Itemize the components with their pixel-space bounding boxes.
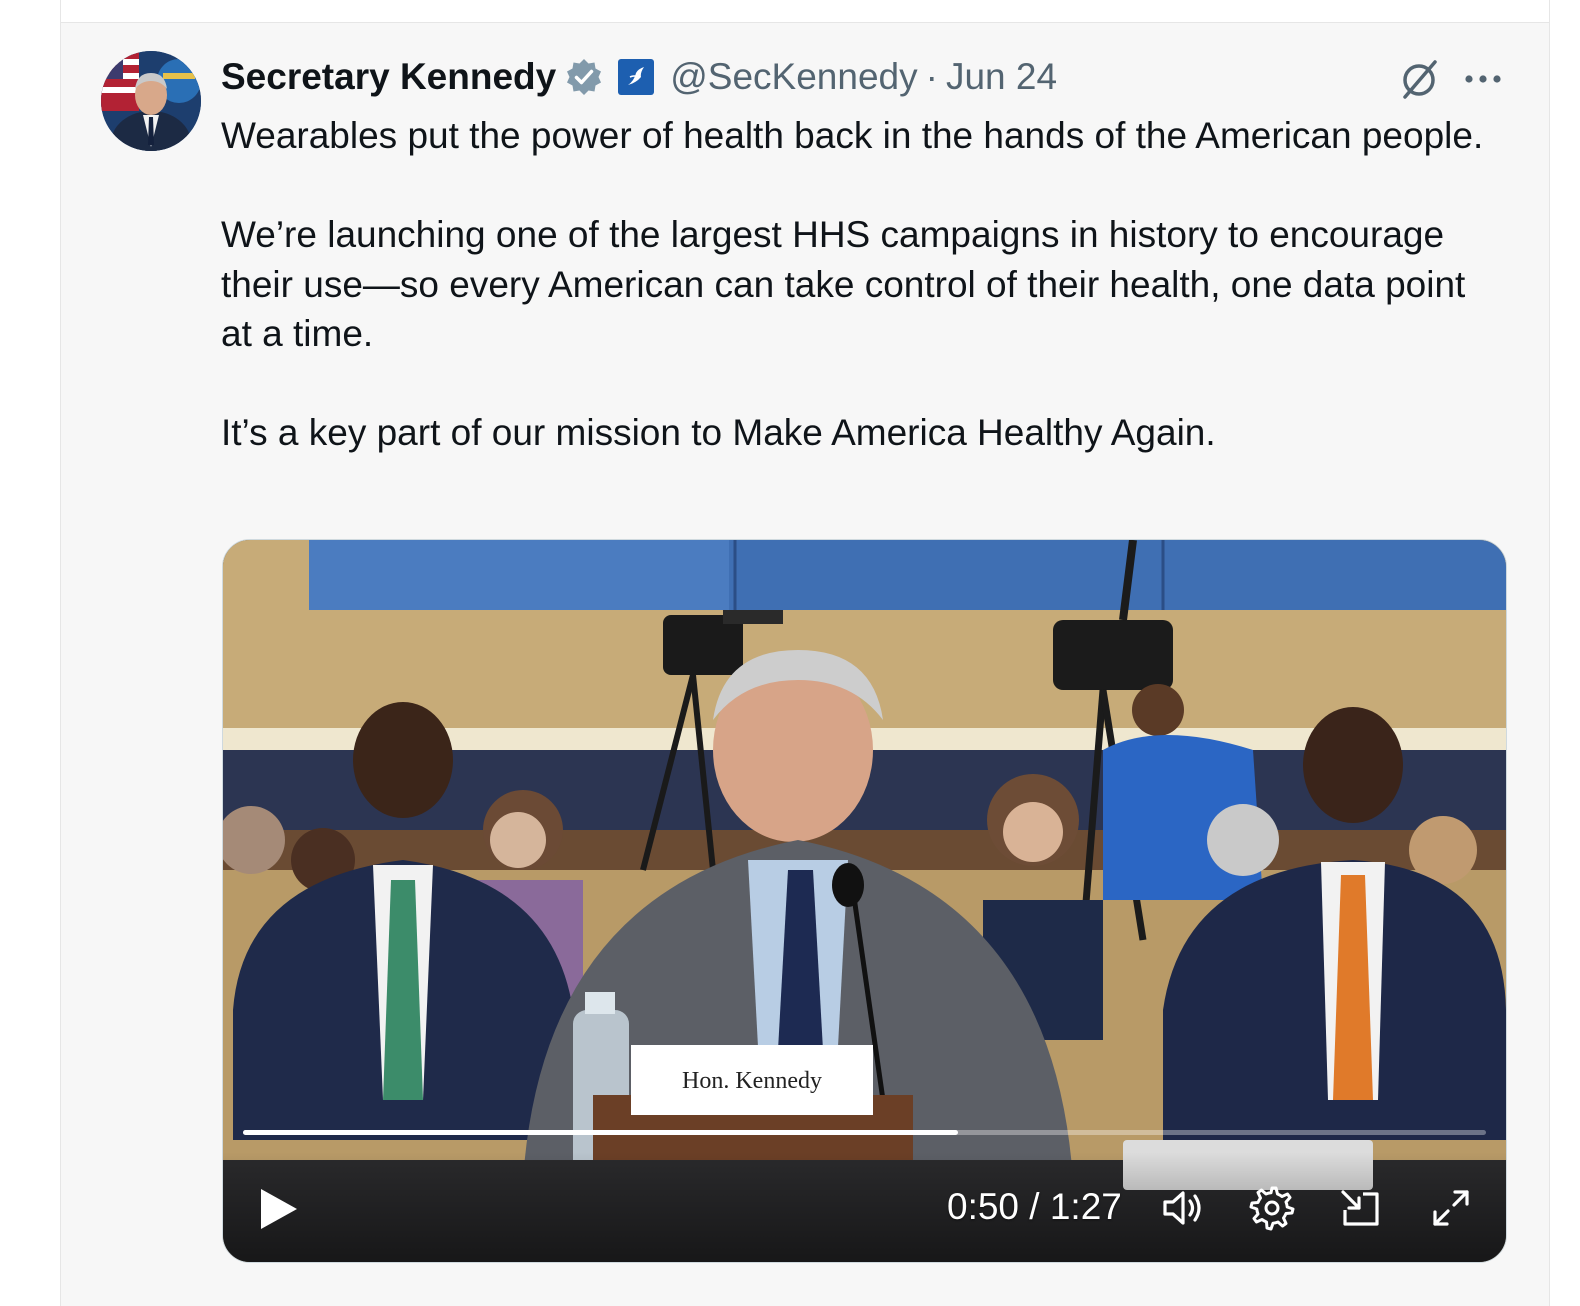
time-separator: / (1019, 1186, 1050, 1227)
tweet-date[interactable]: Jun 24 (946, 56, 1057, 98)
tweet-paragraph-2: We’re launching one of the largest HHS c… (221, 214, 1466, 354)
tweet-text: Wearables put the power of health back i… (221, 111, 1501, 458)
author-handle[interactable]: @SecKennedy (670, 56, 917, 98)
fullscreen-icon[interactable] (1427, 1184, 1475, 1232)
current-time: 0:50 (947, 1186, 1020, 1227)
tweet-paragraph-1: Wearables put the power of health back i… (221, 115, 1484, 156)
name-placard-text: Hon. Kennedy (682, 1068, 822, 1094)
hhs-affiliate-badge-icon[interactable] (618, 59, 655, 95)
settings-gear-icon[interactable] (1248, 1184, 1296, 1232)
tweet-paragraph-3: It’s a key part of our mission to Make A… (221, 412, 1216, 453)
duration: 1:27 (1049, 1186, 1122, 1227)
separator-dot: · (925, 56, 938, 97)
tweet-card[interactable]: Secretary Kennedy @SecKennedy · Jun 24 W… (60, 23, 1550, 1306)
more-options-icon[interactable] (1461, 59, 1505, 99)
video-progress-fill (243, 1130, 958, 1135)
avatar[interactable] (101, 51, 201, 151)
video-player[interactable]: Hon. Kennedy 0:50 / 1:27 (222, 539, 1507, 1263)
tweet-header: Secretary Kennedy @SecKennedy · Jun 24 (221, 53, 1057, 101)
volume-icon[interactable] (1159, 1184, 1207, 1232)
video-controls-bar (223, 1152, 1506, 1262)
video-time: 0:50 / 1:27 (947, 1186, 1122, 1228)
previous-tweet-card (60, 0, 1550, 23)
picture-in-picture-icon[interactable] (1337, 1184, 1385, 1232)
video-progress-bar[interactable] (243, 1130, 1486, 1135)
verified-badge-icon[interactable] (564, 57, 604, 97)
play-icon[interactable] (257, 1186, 299, 1232)
grok-icon[interactable] (1397, 57, 1441, 101)
author-name[interactable]: Secretary Kennedy (221, 56, 556, 98)
